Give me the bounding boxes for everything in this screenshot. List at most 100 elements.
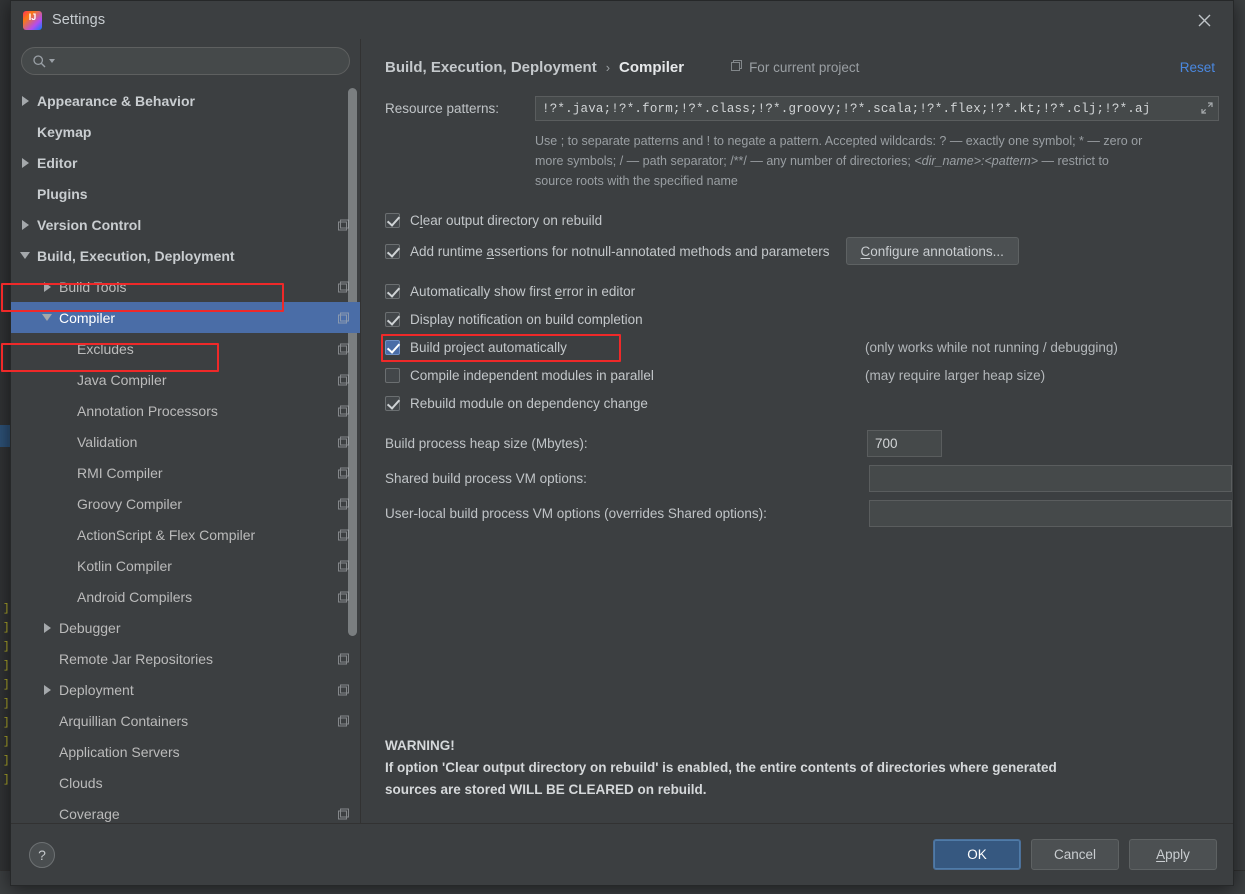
project-scope-icon (337, 652, 350, 665)
sidebar-item-actionscript-flex-compiler[interactable]: ActionScript & Flex Compiler (11, 519, 360, 550)
sidebar-item-label: Annotation Processors (77, 402, 218, 419)
breadcrumb-parent[interactable]: Build, Execution, Deployment (385, 59, 597, 76)
sidebar-item-kotlin-compiler[interactable]: Kotlin Compiler (11, 550, 360, 581)
checkbox-compile-independent-modules-in-parallel[interactable] (385, 368, 400, 383)
sidebar-item-remote-jar-repositories[interactable]: Remote Jar Repositories (11, 643, 360, 674)
sidebar-item-label: Build Tools (59, 278, 127, 295)
hint-line-1: Use ; to separate patterns and ! to nega… (535, 134, 1143, 148)
breadcrumb: Build, Execution, Deployment › Compiler … (385, 39, 1219, 83)
checkbox-clear-output-directory-on-rebuild[interactable] (385, 213, 400, 228)
cancel-button[interactable]: Cancel (1031, 839, 1119, 870)
resource-patterns-hint: Use ; to separate patterns and ! to nega… (535, 131, 1219, 191)
sidebar-item-excludes[interactable]: Excludes (11, 333, 360, 364)
chevron-right-icon[interactable] (41, 684, 53, 696)
sidebar-item-label: Clouds (59, 774, 103, 791)
heap-size-input[interactable] (867, 430, 942, 457)
checkbox-label[interactable]: Display notification on build completion (410, 312, 643, 327)
sidebar-item-label: Android Compilers (77, 588, 193, 605)
resource-patterns-row: Resource patterns: (385, 96, 1219, 121)
sidebar-item-label: ActionScript & Flex Compiler (77, 526, 256, 543)
scope-indicator: For current project (730, 59, 859, 75)
help-button[interactable]: ? (29, 841, 55, 868)
sidebar-item-android-compilers[interactable]: Android Compilers (11, 581, 360, 612)
expand-icon[interactable] (1200, 101, 1214, 115)
checkbox-row: Build project automatically (only works w… (381, 334, 1219, 362)
checkbox-automatically-show-first-error-in-editor[interactable] (385, 284, 400, 299)
checkbox-label[interactable]: Add runtime assertions for notnull-annot… (410, 244, 830, 259)
checkbox-label[interactable]: Automatically show first error in editor (410, 284, 635, 299)
ok-button[interactable]: OK (933, 839, 1021, 870)
sidebar-item-label: Groovy Compiler (77, 495, 183, 512)
project-scope-icon (337, 807, 350, 820)
sidebar-item-arquillian-containers[interactable]: Arquillian Containers (11, 705, 360, 736)
sidebar-item-deployment[interactable]: Deployment (11, 674, 360, 705)
sidebar-item-compiler[interactable]: Compiler (11, 302, 360, 333)
settings-tree[interactable]: Appearance & Behavior Keymap Editor Plugins… (11, 83, 360, 823)
checkbox-label[interactable]: Rebuild module on dependency change (410, 396, 648, 411)
sidebar-item-label: Application Servers (59, 743, 180, 760)
sidebar-item-version-control[interactable]: Version Control (11, 209, 360, 240)
settings-sidebar: Appearance & Behavior Keymap Editor Plugins… (1, 39, 361, 823)
project-scope-icon (337, 559, 350, 572)
sidebar-item-build-tools[interactable]: Build Tools (11, 271, 360, 302)
checkbox-build-project-automatically[interactable] (385, 340, 400, 355)
window-title: Settings (52, 12, 106, 28)
checkbox-label[interactable]: Build project automatically (410, 340, 567, 355)
sidebar-item-label: Validation (77, 433, 138, 450)
project-scope-icon (337, 435, 350, 448)
chevron-right-icon[interactable] (19, 219, 31, 231)
user-local-vm-options-input[interactable] (869, 500, 1232, 527)
user-local-vm-options-label: User-local build process VM options (ove… (385, 506, 767, 521)
search-dropdown-chevron-down-icon[interactable] (49, 59, 55, 63)
heap-size-row: Build process heap size (Mbytes): (385, 430, 1219, 457)
sidebar-item-clouds[interactable]: Clouds (11, 767, 360, 798)
chevron-right-icon[interactable] (41, 622, 53, 634)
project-scope-icon (337, 373, 350, 386)
chevron-down-icon[interactable] (19, 250, 31, 262)
shared-vm-options-input[interactable] (869, 465, 1232, 492)
sidebar-item-label: Debugger (59, 619, 121, 636)
checkbox-row: Clear output directory on rebuild (385, 208, 1219, 233)
sidebar-item-application-servers[interactable]: Application Servers (11, 736, 360, 767)
close-icon[interactable] (1181, 4, 1227, 36)
chevron-down-icon[interactable] (41, 312, 53, 324)
checkbox-add-runtime-assertions-for-notnull-annotated-methods-and-parameters[interactable] (385, 243, 400, 259)
search-input[interactable] (60, 53, 339, 69)
project-scope-icon (337, 590, 350, 603)
chevron-right-icon[interactable] (41, 281, 53, 293)
sidebar-item-appearance-behavior[interactable]: Appearance & Behavior (11, 85, 360, 116)
checkbox-label[interactable]: Clear output directory on rebuild (410, 213, 602, 228)
sidebar-item-coverage[interactable]: Coverage (11, 798, 360, 823)
sidebar-item-keymap[interactable]: Keymap (11, 116, 360, 147)
sidebar-item-label: RMI Compiler (77, 464, 163, 481)
search-box[interactable] (21, 47, 350, 75)
sidebar-item-annotation-processors[interactable]: Annotation Processors (11, 395, 360, 426)
sidebar-item-editor[interactable]: Editor (11, 147, 360, 178)
sidebar-item-label: Keymap (37, 123, 92, 140)
ide-right-panel-edge (1233, 0, 1245, 894)
sidebar-item-build-execution-deployment[interactable]: Build, Execution, Deployment (11, 240, 360, 271)
sidebar-item-plugins[interactable]: Plugins (11, 178, 360, 209)
sidebar-item-debugger[interactable]: Debugger (11, 612, 360, 643)
project-scope-icon (337, 466, 350, 479)
reset-link[interactable]: Reset (1180, 60, 1219, 75)
project-scope-icon (337, 528, 350, 541)
chevron-right-icon[interactable] (19, 95, 31, 107)
warning-line-2: sources are stored WILL BE CLEARED on re… (385, 782, 707, 797)
dialog-footer: ? OK Cancel Apply (11, 823, 1233, 885)
sidebar-item-rmi-compiler[interactable]: RMI Compiler (11, 457, 360, 488)
checkbox-rebuild-module-on-dependency-change[interactable] (385, 396, 400, 411)
resource-patterns-field-wrapper (535, 96, 1219, 121)
configure-annotations-button[interactable]: Configure annotations... (845, 237, 1019, 265)
resource-patterns-input[interactable] (535, 96, 1219, 121)
chevron-right-icon[interactable] (19, 157, 31, 169)
compiler-settings-panel: Build, Execution, Deployment › Compiler … (361, 39, 1233, 823)
project-scope-icon (337, 311, 350, 324)
sidebar-item-validation[interactable]: Validation (11, 426, 360, 457)
apply-button[interactable]: Apply (1129, 839, 1217, 870)
checkbox-label[interactable]: Compile independent modules in parallel (410, 368, 654, 383)
checkbox-display-notification-on-build-completion[interactable] (385, 312, 400, 327)
resource-patterns-label: Resource patterns: (385, 101, 500, 116)
sidebar-item-groovy-compiler[interactable]: Groovy Compiler (11, 488, 360, 519)
sidebar-item-java-compiler[interactable]: Java Compiler (11, 364, 360, 395)
